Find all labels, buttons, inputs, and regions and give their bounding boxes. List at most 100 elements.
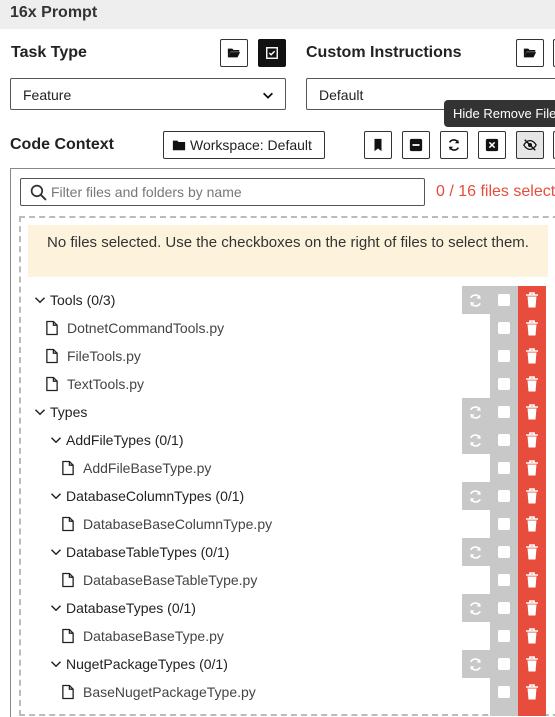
checkbox-checked-icon: [266, 47, 278, 59]
folder-label[interactable]: DatabaseColumnTypes (0/1): [66, 488, 244, 504]
task-type-select[interactable]: Feature: [10, 78, 286, 110]
eye-slash-icon: [523, 139, 537, 151]
chevron-down-icon[interactable]: [50, 602, 62, 614]
select-checkbox[interactable]: [498, 658, 510, 670]
file-icon: [62, 684, 74, 700]
refresh-icon: [448, 139, 460, 151]
file-label[interactable]: DatabaseBaseColumnType.py: [83, 516, 272, 532]
trash-icon[interactable]: [525, 292, 539, 308]
select-checkbox[interactable]: [498, 490, 510, 502]
folder-row[interactable]: AddFileTypes (0/1): [0, 426, 555, 454]
select-checkbox[interactable]: [498, 406, 510, 418]
file-row[interactable]: FileTools.py: [0, 342, 555, 370]
trash-icon[interactable]: [525, 488, 539, 504]
trash-icon[interactable]: [525, 348, 539, 364]
select-checkbox[interactable]: [498, 434, 510, 446]
file-label[interactable]: FileTools.py: [67, 348, 141, 364]
refresh-icon[interactable]: [468, 545, 483, 560]
trash-icon[interactable]: [525, 628, 539, 644]
select-checkbox[interactable]: [498, 378, 510, 390]
square-x-icon: [485, 138, 499, 152]
task-type-label: Task Type: [11, 44, 87, 61]
trash-icon[interactable]: [525, 516, 539, 532]
folder-row[interactable]: Types: [0, 398, 555, 426]
refresh-icon[interactable]: [468, 489, 483, 504]
folder-row[interactable]: DatabaseTypes (0/1): [0, 594, 555, 622]
select-checkbox[interactable]: [498, 350, 510, 362]
filter-input[interactable]: [51, 182, 421, 202]
refresh-icon[interactable]: [468, 601, 483, 616]
folder-label[interactable]: NugetPackageTypes (0/1): [66, 656, 228, 672]
refresh-icon[interactable]: [468, 293, 483, 308]
chevron-down-icon[interactable]: [50, 546, 62, 558]
clear-button[interactable]: [478, 131, 506, 159]
file-row[interactable]: DatabaseBaseType.py: [0, 622, 555, 650]
chevron-down-icon[interactable]: [50, 434, 62, 446]
task-type-select-button[interactable]: [258, 39, 286, 67]
hide-remove-file-tooltip: Hide Remove File: [444, 100, 555, 127]
filter-box[interactable]: [20, 178, 425, 206]
custom-instructions-folder-button[interactable]: [516, 39, 544, 67]
trash-icon[interactable]: [525, 544, 539, 560]
deselect-all-button[interactable]: [402, 131, 430, 159]
trash-icon[interactable]: [525, 684, 539, 700]
folder-label[interactable]: AddFileTypes (0/1): [66, 432, 184, 448]
folder-label[interactable]: DatabaseTableTypes (0/1): [66, 544, 229, 560]
workspace-button[interactable]: Workspace: Default: [163, 131, 325, 159]
refresh-button[interactable]: [440, 131, 468, 159]
file-icon: [46, 320, 58, 336]
trash-icon[interactable]: [525, 432, 539, 448]
select-checkbox[interactable]: [498, 686, 510, 698]
trash-icon[interactable]: [525, 656, 539, 672]
file-label[interactable]: AddFileBaseType.py: [83, 460, 211, 476]
bookmark-icon: [374, 138, 382, 152]
select-checkbox[interactable]: [498, 630, 510, 642]
file-label[interactable]: DotnetCommandTools.py: [67, 320, 224, 336]
trash-icon[interactable]: [525, 572, 539, 588]
folder-row[interactable]: Tools (0/3): [0, 286, 555, 314]
app-title: 16x Prompt: [10, 4, 98, 21]
select-checkbox[interactable]: [498, 518, 510, 530]
folder-row[interactable]: NugetPackageTypes (0/1): [0, 650, 555, 678]
folder-icon: [172, 140, 186, 151]
file-row[interactable]: BaseNugetPackageType.py: [0, 678, 555, 706]
chevron-down-icon[interactable]: [34, 294, 46, 306]
file-row[interactable]: DatabaseBaseColumnType.py: [0, 510, 555, 538]
folder-label[interactable]: Tools (0/3): [50, 292, 115, 308]
folder-label[interactable]: DatabaseTypes (0/1): [66, 600, 196, 616]
bookmark-button[interactable]: [364, 131, 392, 159]
chevron-down-icon[interactable]: [50, 658, 62, 670]
folder-row[interactable]: DatabaseColumnTypes (0/1): [0, 482, 555, 510]
task-type-folder-button[interactable]: [220, 39, 248, 67]
hide-remove-file-button[interactable]: [516, 131, 544, 159]
trash-icon[interactable]: [525, 404, 539, 420]
select-checkbox[interactable]: [498, 546, 510, 558]
trash-icon[interactable]: [525, 460, 539, 476]
select-checkbox[interactable]: [498, 294, 510, 306]
chevron-down-icon[interactable]: [34, 406, 46, 418]
select-checkbox[interactable]: [498, 322, 510, 334]
trash-icon[interactable]: [525, 376, 539, 392]
chevron-down-icon[interactable]: [50, 490, 62, 502]
file-label[interactable]: TextTools.py: [67, 376, 144, 392]
refresh-icon[interactable]: [468, 657, 483, 672]
refresh-icon[interactable]: [468, 433, 483, 448]
file-row[interactable]: TextTools.py: [0, 370, 555, 398]
trash-icon[interactable]: [525, 320, 539, 336]
file-row[interactable]: DotnetCommandTools.py: [0, 314, 555, 342]
file-icon: [62, 628, 74, 644]
folder-row[interactable]: DatabaseTableTypes (0/1): [0, 538, 555, 566]
file-row[interactable]: DatabaseBaseTableType.py: [0, 566, 555, 594]
file-icon: [62, 460, 74, 476]
app-header: 16x Prompt: [0, 0, 555, 29]
trash-icon[interactable]: [525, 600, 539, 616]
refresh-icon[interactable]: [468, 405, 483, 420]
select-checkbox[interactable]: [498, 574, 510, 586]
file-label[interactable]: BaseNugetPackageType.py: [83, 684, 256, 700]
select-checkbox[interactable]: [498, 602, 510, 614]
select-checkbox[interactable]: [498, 462, 510, 474]
file-label[interactable]: DatabaseBaseTableType.py: [83, 572, 257, 588]
file-label[interactable]: DatabaseBaseType.py: [83, 628, 224, 644]
folder-label[interactable]: Types: [50, 404, 87, 420]
file-row[interactable]: AddFileBaseType.py: [0, 454, 555, 482]
